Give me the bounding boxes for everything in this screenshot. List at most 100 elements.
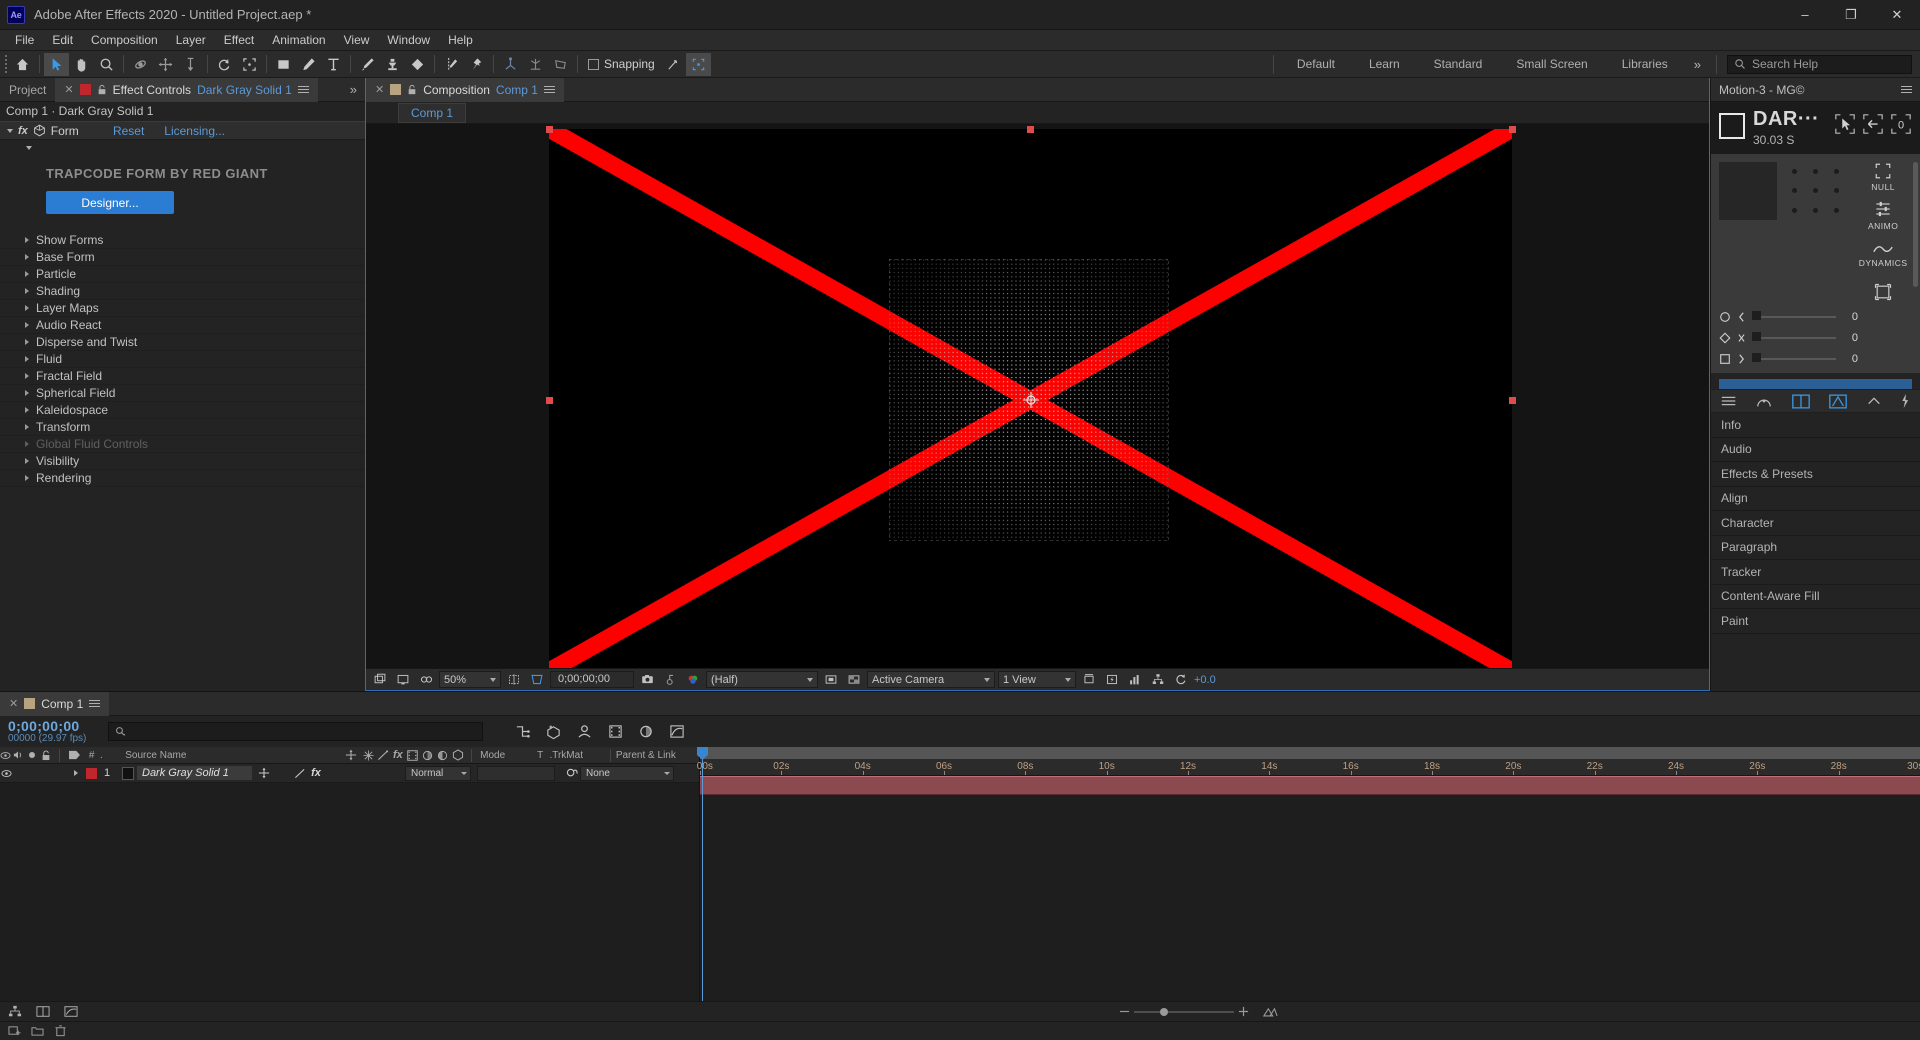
eraser-tool[interactable] [405,53,430,76]
new-comp-icon[interactable] [8,1025,21,1037]
pixel-aspect-icon[interactable] [1079,671,1099,689]
layer-effects-toggle[interactable]: fx [308,764,324,783]
resolution-select[interactable]: (Half) [706,671,818,688]
layer-mode-select[interactable]: Normal [405,765,471,781]
new-folder-icon[interactable] [31,1025,44,1037]
menu-animation[interactable]: Animation [263,30,334,51]
frame-blending-icon[interactable] [606,723,624,741]
exposure-value[interactable]: +0.0 [1194,674,1216,686]
dynamics-icon[interactable] [1872,242,1894,256]
licensing-link[interactable]: Licensing... [164,124,225,138]
fast-previews-icon[interactable] [1102,671,1122,689]
render-queue-icon[interactable] [1263,1005,1278,1018]
panel-item-effects-presets[interactable]: Effects & Presets [1711,462,1920,487]
home-icon[interactable] [10,53,35,76]
timecode-display[interactable]: 0;00;00;00 00000 (29.97 fps) [8,719,86,744]
panel-item-align[interactable]: Align [1711,487,1920,511]
audio-icon[interactable] [11,747,26,764]
project-tab[interactable]: Project [0,78,55,102]
workspace-default[interactable]: Default [1280,51,1352,78]
snapping-target-icon[interactable] [685,52,711,76]
comp-flowchart-icon[interactable] [8,1005,22,1018]
selection-handle-tc[interactable] [1027,126,1034,133]
diamond-icon[interactable] [1719,332,1731,344]
motion-panel-scrollbar[interactable] [1913,162,1918,287]
selection-handle-mr[interactable] [1509,397,1516,404]
parent-link-column[interactable]: Parent & Link [616,747,699,764]
panel-item-paint[interactable]: Paint [1711,609,1920,634]
track-camera-tool[interactable] [548,53,573,76]
eye-icon[interactable] [0,747,11,764]
workspace-more-button[interactable]: » [1685,51,1710,78]
designer-button[interactable]: Designer... [46,191,174,214]
layer-dot-column[interactable]: . [100,747,120,764]
effect-property-row[interactable]: Shading [0,283,365,300]
anchor-dot[interactable] [1792,188,1798,194]
layer-number-column[interactable]: # [85,747,100,764]
current-time-field[interactable]: 0;00;00;00 [550,671,634,688]
layer-solo-toggle[interactable] [28,764,42,783]
workspace-small-screen[interactable]: Small Screen [1499,51,1604,78]
panel-item-tracker[interactable]: Tracker [1711,560,1920,585]
view-layout-select[interactable]: 1 View [998,671,1076,688]
slider-knob[interactable] [1752,353,1761,362]
anchor-dot[interactable] [1833,169,1839,175]
comp-breadcrumb-chip[interactable]: Comp 1 [398,102,467,123]
layer-expand-arrow[interactable] [69,764,83,783]
effect-property-row[interactable]: Disperse and Twist [0,334,365,351]
slider-knob[interactable] [1752,311,1761,320]
source-name-column[interactable]: Source Name [120,747,340,764]
camera-select[interactable]: Active Camera [867,671,995,688]
chevron-right-icon[interactable] [25,322,29,328]
composition-square-icon[interactable] [1719,113,1745,139]
brush-tool[interactable] [355,53,380,76]
panel-item-character[interactable]: Character [1711,511,1920,536]
comp-canvas[interactable] [549,129,1512,668]
workspace-libraries[interactable]: Libraries [1605,51,1685,78]
panel-expand-button[interactable]: » [350,82,365,97]
camera-dolly-tool[interactable] [178,53,203,76]
search-help-input[interactable]: Search Help [1727,54,1912,74]
motion-progress-bar[interactable] [1719,379,1912,389]
composition-viewer[interactable] [366,124,1709,668]
layer-lock-toggle[interactable] [42,764,58,783]
chevron-right-icon[interactable] [25,390,29,396]
select-icon[interactable] [1834,113,1856,135]
snapping-options-icon[interactable] [661,53,686,76]
chevron-right-icon[interactable] [25,373,29,379]
panel-item-paragraph[interactable]: Paragraph [1711,536,1920,560]
chevron-right-icon[interactable] [25,424,29,430]
animo-icon[interactable] [1873,199,1893,219]
chevron-right-icon[interactable] [25,271,29,277]
menu-effect[interactable]: Effect [215,30,263,51]
orbit-camera-tool[interactable] [523,53,548,76]
menu-edit[interactable]: Edit [43,30,82,51]
lightning-icon[interactable] [1899,393,1911,409]
toggle-transparency-icon[interactable] [393,671,413,689]
arrow-left-icon[interactable] [1862,113,1884,135]
square-icon[interactable] [1719,353,1731,365]
menu-help[interactable]: Help [439,30,482,51]
chevron-right-icon[interactable] [25,288,29,294]
close-icon[interactable]: ✕ [9,697,18,710]
effect-property-row[interactable]: Transform [0,419,365,436]
lock-icon[interactable] [39,747,54,764]
table-row[interactable]: 1 Dark Gray Solid 1 fx Normal None [0,764,699,783]
motion-blur-toggle-icon[interactable] [420,747,435,764]
zoom-level-select[interactable]: 50% [439,671,501,688]
layer-visibility-toggle[interactable] [0,764,12,783]
layer-motionblur-toggle[interactable] [340,764,356,783]
effect-property-row[interactable]: Audio React [0,317,365,334]
label-icon[interactable] [65,747,85,764]
zero-icon[interactable]: 0 [1890,113,1912,135]
draft-3d-icon[interactable] [544,723,562,741]
puppet-pin-tool[interactable] [464,53,489,76]
layer-duration-bar[interactable] [700,776,1920,795]
effect-property-row[interactable]: Fluid [0,351,365,368]
chevron-right-icon[interactable] [25,339,29,345]
toolbar-grip[interactable] [2,55,10,73]
effect-property-row[interactable]: Show Forms [0,232,365,249]
motion-blur-icon[interactable] [637,723,655,741]
panel-item-info[interactable]: Info [1711,413,1920,438]
effect-property-row[interactable]: Fractal Field [0,368,365,385]
